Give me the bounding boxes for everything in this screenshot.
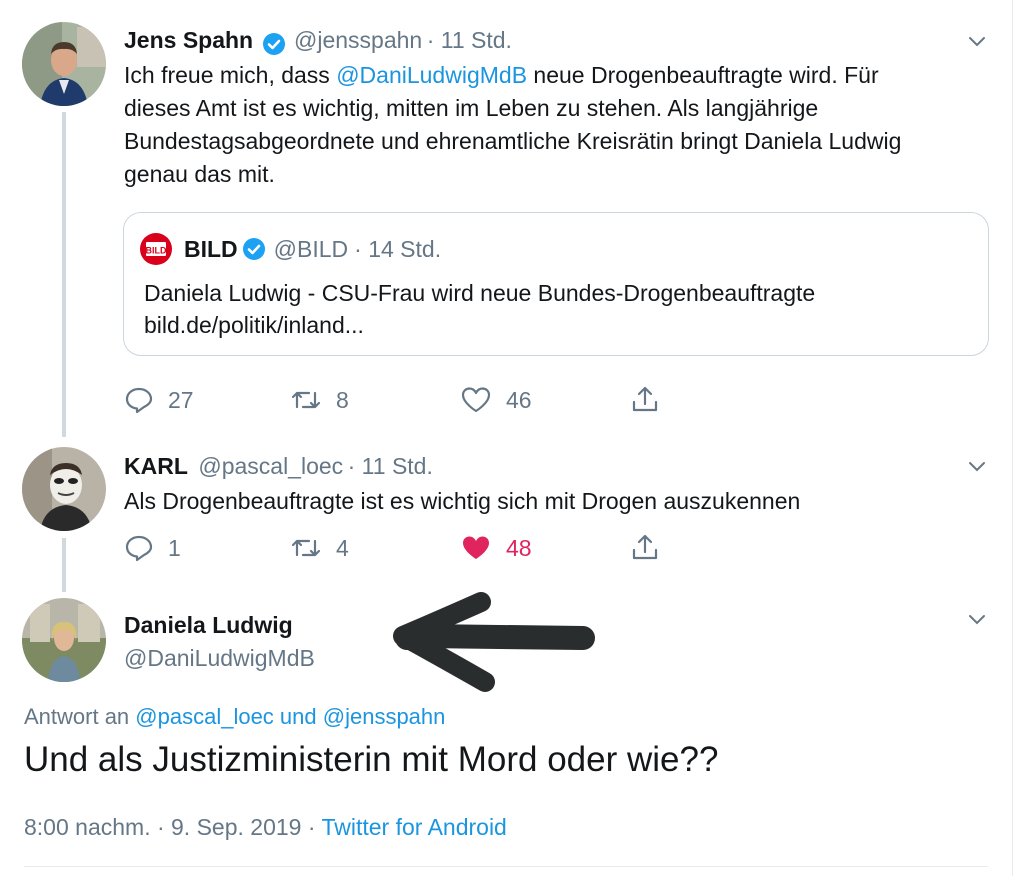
chevron-down-icon[interactable] bbox=[966, 455, 988, 477]
tweet2-author-name[interactable]: KARL bbox=[124, 453, 188, 479]
verified-icon bbox=[242, 238, 265, 260]
tweet1-text: Ich freue mich, dass @DaniLudwigMdB neue… bbox=[124, 59, 994, 191]
avatar-karl[interactable] bbox=[22, 447, 106, 531]
arrow-annotation bbox=[393, 592, 595, 692]
tweet3-timestamp[interactable]: 8:00 nachm. · 9. Sep. 2019 · bbox=[24, 814, 321, 840]
retweet-icon bbox=[291, 391, 321, 409]
tweet3-meta: 8:00 nachm. · 9. Sep. 2019 · Twitter for… bbox=[24, 814, 507, 841]
quote-text: Daniela Ludwig - CSU-Frau wird neue Bund… bbox=[144, 280, 816, 306]
share-button[interactable] bbox=[630, 532, 674, 562]
chevron-down-icon[interactable] bbox=[966, 30, 988, 52]
reply-context: Antwort an @pascal_loec und @jensspahn bbox=[24, 704, 445, 730]
reply-context-and: und bbox=[273, 704, 323, 729]
reply-icon bbox=[125, 387, 153, 414]
avatar-jens-spahn[interactable] bbox=[22, 22, 106, 106]
quoted-tweet[interactable]: BILD BILD @BILD · 14 Std. Daniela Ludwig… bbox=[123, 212, 989, 356]
quote-author-name: BILD bbox=[184, 235, 238, 262]
reply-count: 1 bbox=[168, 534, 181, 561]
tweet1-text-part: neue Drogenbeauftragte wird. Für bbox=[527, 62, 879, 88]
quote-link[interactable]: bild.de/politik/inland... bbox=[144, 309, 364, 342]
tweet1-time[interactable]: · 11 Std. bbox=[427, 27, 512, 53]
tweet3-source[interactable]: Twitter for Android bbox=[321, 814, 506, 840]
reply-icon bbox=[125, 535, 153, 562]
avatar-daniela-ludwig[interactable] bbox=[22, 598, 106, 682]
share-icon bbox=[632, 534, 658, 560]
tweet3-author-name[interactable]: Daniela Ludwig bbox=[124, 612, 293, 639]
retweet-button[interactable]: 4 bbox=[290, 533, 349, 563]
tweet1-author-name[interactable]: Jens Spahn bbox=[124, 27, 253, 53]
share-icon bbox=[632, 386, 658, 412]
tweet2-text: Als Drogenbeauftragte ist es wichtig sic… bbox=[124, 488, 801, 514]
retweet-count: 8 bbox=[336, 386, 349, 413]
divider bbox=[24, 866, 988, 867]
reply-button[interactable]: 1 bbox=[124, 533, 181, 563]
tweet2-header: KARL @pascal_loec · 11 Std. bbox=[124, 453, 433, 480]
quote-header: BILD BILD @BILD · 14 Std. bbox=[140, 233, 441, 265]
reply-count: 27 bbox=[168, 386, 194, 413]
retweet-button[interactable]: 8 bbox=[290, 385, 349, 415]
chevron-down-icon[interactable] bbox=[966, 608, 988, 630]
tweet2-time[interactable]: · 11 Std. bbox=[348, 453, 433, 479]
tweet1-header: Jens Spahn @jensspahn · 11 Std. bbox=[124, 27, 512, 56]
verified-icon bbox=[262, 32, 285, 55]
tweet3-text: Und als Justizministerin mit Mord oder w… bbox=[24, 740, 719, 779]
quote-time: · 14 Std. bbox=[354, 235, 442, 262]
like-count: 46 bbox=[506, 386, 532, 413]
thread-line bbox=[62, 538, 66, 592]
reply-mention-jensspahn[interactable]: @jensspahn bbox=[323, 704, 446, 729]
like-button[interactable]: 46 bbox=[460, 385, 532, 415]
tweet1-text-part: Ich freue mich, dass bbox=[124, 62, 337, 88]
retweet-count: 4 bbox=[336, 534, 349, 561]
mention-link[interactable]: @DaniLudwigMdB bbox=[336, 62, 527, 88]
tweet1-text-line: dieses Amt ist es wichtig, mitten im Leb… bbox=[124, 95, 819, 121]
reply-context-prefix: Antwort an bbox=[24, 704, 136, 729]
tweet1-text-line: Bundestagsabgeordnete und ehrenamtliche … bbox=[124, 128, 902, 154]
like-icon bbox=[463, 536, 489, 559]
reply-mention-pascal[interactable]: @pascal_loec bbox=[135, 704, 274, 729]
tweet3-handle[interactable]: @DaniLudwigMdB bbox=[124, 645, 315, 672]
tweet1-text-line: genau das mit. bbox=[124, 161, 275, 187]
quote-handle: @BILD bbox=[273, 235, 349, 262]
share-button[interactable] bbox=[630, 384, 674, 414]
like-count: 48 bbox=[506, 534, 532, 561]
reply-button[interactable]: 27 bbox=[124, 385, 194, 415]
tweet1-handle[interactable]: @jensspahn bbox=[294, 27, 422, 53]
thread-line bbox=[62, 112, 66, 437]
like-button-active[interactable]: 48 bbox=[460, 533, 532, 563]
bild-logo-text: BILD bbox=[146, 246, 167, 256]
like-icon bbox=[461, 387, 491, 413]
tweet2-handle[interactable]: @pascal_loec bbox=[198, 453, 343, 479]
bild-logo-icon: BILD bbox=[140, 233, 172, 265]
retweet-icon bbox=[291, 539, 321, 557]
